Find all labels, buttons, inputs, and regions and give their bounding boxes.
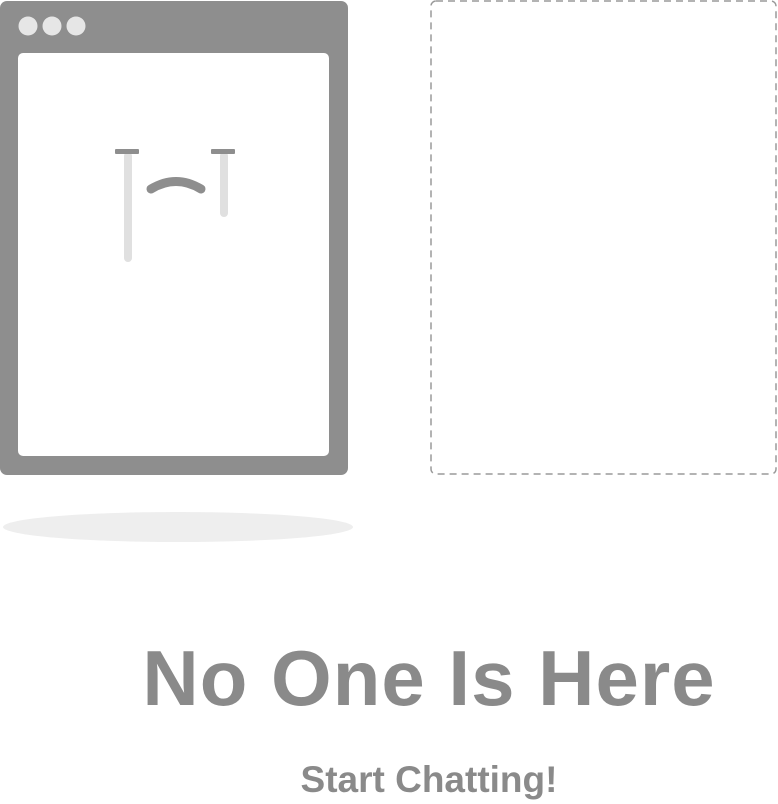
window-dot bbox=[42, 16, 62, 36]
left-eye bbox=[115, 149, 139, 154]
window-shadow bbox=[3, 512, 353, 542]
right-eye bbox=[211, 149, 235, 154]
start-chatting-label[interactable]: Start Chatting! bbox=[0, 756, 778, 804]
window-body bbox=[18, 53, 329, 456]
empty-state-title: No One Is Here bbox=[142, 634, 716, 722]
empty-placeholder-box bbox=[430, 0, 777, 475]
window-dot bbox=[18, 16, 38, 36]
window-dot bbox=[66, 16, 86, 36]
empty-state-illustration bbox=[0, 0, 778, 560]
browser-window-icon bbox=[0, 1, 348, 475]
